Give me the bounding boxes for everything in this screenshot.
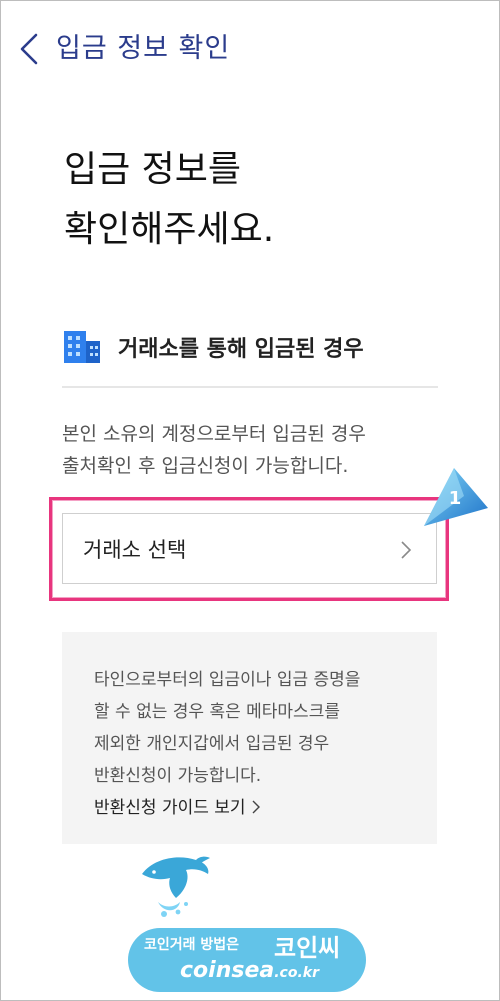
callout-number: 1 xyxy=(448,488,462,509)
chevron-right-icon xyxy=(252,800,260,814)
chevron-right-icon xyxy=(401,541,412,559)
watermark-site-name: coinsea xyxy=(180,958,275,983)
watermark-site: coinsea.co.kr xyxy=(180,958,319,983)
exchange-select-label: 거래소 선택 xyxy=(83,538,187,562)
refund-info-text: 타인으로부터의 입금이나 입금 증명을 할 수 없는 경우 혹은 메타마스크를 … xyxy=(94,670,361,786)
divider xyxy=(62,386,438,388)
watermark-badge: 코인거래 방법은 코인씨 coinsea.co.kr xyxy=(128,928,366,992)
refund-guide-link[interactable]: 반환신청 가이드 보기 xyxy=(94,793,261,818)
section-title: 거래소를 통해 입금된 경우 xyxy=(118,337,364,362)
watermark: 코인거래 방법은 코인씨 coinsea.co.kr xyxy=(128,852,368,992)
exchange-select-button[interactable]: 거래소 선택 xyxy=(62,513,437,584)
back-button[interactable] xyxy=(18,32,48,66)
section-exchange-deposit: 거래소를 통해 입금된 경우 xyxy=(62,325,438,365)
watermark-site-domain: .co.kr xyxy=(274,965,320,981)
dolphin-logo-icon xyxy=(142,856,210,917)
header-title: 입금 정보 확인 xyxy=(56,33,231,64)
chevron-left-icon xyxy=(20,33,38,65)
page-heading: 입금 정보를 확인해주세요. xyxy=(64,149,275,250)
watermark-tagline: 코인거래 방법은 xyxy=(144,937,240,953)
header: 입금 정보 확인 xyxy=(0,18,500,78)
refund-info-box: 타인으로부터의 입금이나 입금 증명을 할 수 없는 경우 혹은 메타마스크를 … xyxy=(62,632,437,844)
section-description: 본인 소유의 계정으로부터 입금된 경우 출처확인 후 입금신청이 가능합니다. xyxy=(62,423,366,477)
building-icon xyxy=(64,331,100,363)
refund-guide-label: 반환신청 가이드 보기 xyxy=(94,798,246,818)
